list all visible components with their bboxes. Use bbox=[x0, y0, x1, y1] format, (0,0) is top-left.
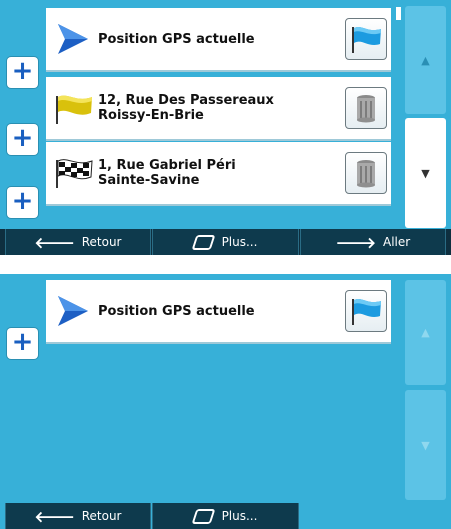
separator bbox=[0, 255, 451, 274]
trash-can-icon bbox=[357, 160, 375, 188]
more-options-icon bbox=[191, 508, 215, 524]
trash-can-icon bbox=[357, 95, 375, 123]
arrow-up-icon: ▲ bbox=[421, 53, 430, 67]
arrow-left-icon: 🡐 bbox=[34, 233, 75, 252]
insert-waypoint-button[interactable]: + bbox=[7, 57, 38, 88]
bottom-bar: 🡐 Retour Plus... bbox=[0, 503, 451, 529]
blue-flag-icon bbox=[352, 298, 381, 325]
set-destination-button[interactable] bbox=[345, 290, 387, 332]
back-button[interactable]: 🡐 Retour bbox=[5, 503, 151, 529]
gps-arrow-icon bbox=[58, 296, 88, 326]
route-planner-screen-full: + + + Position GPS actuelle 12, Rue Des … bbox=[0, 0, 451, 255]
route-planner-screen-empty: + Position GPS actuelle ▲ ▼ 🡐 Retour Plus… bbox=[0, 274, 451, 529]
more-options-icon bbox=[191, 234, 215, 250]
arrow-down-icon: ▼ bbox=[421, 438, 430, 452]
back-button[interactable]: 🡐 Retour bbox=[5, 229, 151, 255]
blue-flag-icon bbox=[352, 26, 381, 53]
route-point-gps[interactable]: Position GPS actuelle bbox=[46, 8, 391, 72]
arrow-left-icon: 🡐 bbox=[34, 507, 75, 526]
yellow-flag-icon bbox=[56, 95, 92, 124]
route-point-gps[interactable]: Position GPS actuelle bbox=[46, 280, 391, 344]
insert-waypoint-button[interactable]: + bbox=[7, 328, 38, 359]
go-button[interactable]: 🡒 Aller bbox=[300, 229, 446, 255]
gps-arrow-icon bbox=[58, 24, 88, 54]
arrow-up-icon: ▲ bbox=[421, 326, 430, 339]
insert-waypoint-button[interactable]: + bbox=[7, 124, 38, 155]
delete-waypoint-button[interactable] bbox=[345, 87, 387, 129]
more-button[interactable]: Plus... bbox=[152, 229, 299, 255]
more-button[interactable]: Plus... bbox=[152, 503, 299, 529]
checkered-flag-icon bbox=[56, 159, 93, 188]
route-point-destination[interactable]: 1, Rue Gabriel Péri Sainte-Savine bbox=[46, 142, 391, 206]
route-point-waypoint[interactable]: 12, Rue Des Passereaux Roissy-En-Brie bbox=[46, 77, 391, 141]
scroll-thumb[interactable] bbox=[396, 7, 401, 20]
arrow-right-icon: 🡒 bbox=[335, 233, 377, 252]
set-destination-button[interactable] bbox=[345, 18, 387, 60]
scroll-down-button[interactable]: ▼ bbox=[405, 118, 446, 228]
scroll-up-button[interactable]: ▲ bbox=[405, 280, 446, 385]
scroll-up-button[interactable]: ▲ bbox=[405, 6, 446, 114]
bottom-bar: 🡐 Retour Plus... 🡒 Aller bbox=[0, 229, 451, 255]
insert-waypoint-button[interactable]: + bbox=[7, 187, 38, 218]
scroll-down-button[interactable]: ▼ bbox=[405, 390, 446, 500]
arrow-down-icon: ▼ bbox=[421, 166, 430, 180]
delete-waypoint-button[interactable] bbox=[345, 152, 387, 194]
